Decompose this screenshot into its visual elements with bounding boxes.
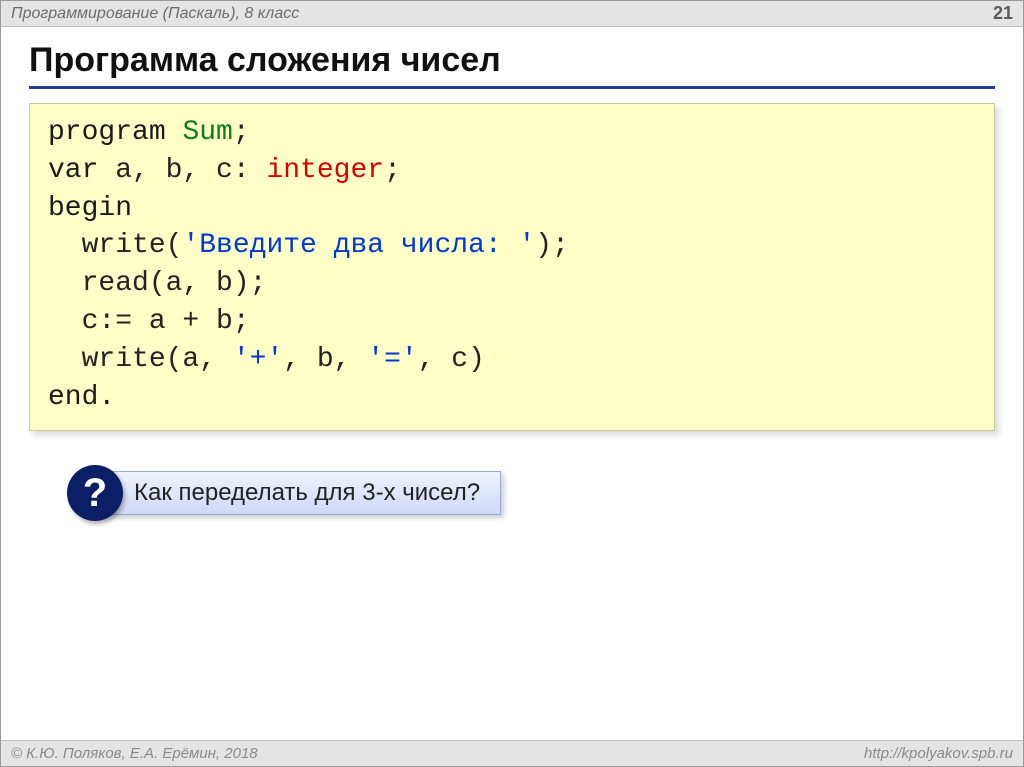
indent2 <box>48 268 82 299</box>
question-mark-icon: ? <box>67 465 123 521</box>
question-text: Как переделать для 3-х чисел? <box>103 471 501 515</box>
read-stmt: read(a, b); <box>82 268 267 299</box>
program-name: Sum <box>182 117 232 148</box>
code-block: program Sum; var a, b, c: integer; begin… <box>29 103 995 431</box>
var-list: a, b, c: <box>98 155 266 186</box>
content-area: Программа сложения чисел program Sum; va… <box>1 27 1023 740</box>
string-plus: '+' <box>233 344 283 375</box>
page-number: 21 <box>993 3 1013 24</box>
kw-end: end. <box>48 382 115 413</box>
semi: ; <box>233 117 250 148</box>
type-integer: integer <box>266 155 384 186</box>
string-eq: '=' <box>367 344 417 375</box>
question-callout: ? Как переделать для 3-х чисел? <box>67 465 995 521</box>
header-bar: Программирование (Паскаль), 8 класс 21 <box>1 1 1023 27</box>
kw-begin: begin <box>48 193 132 224</box>
write1b: ); <box>535 230 569 261</box>
semi2: ; <box>384 155 401 186</box>
kw-program: program <box>48 117 166 148</box>
write2c: , c) <box>418 344 485 375</box>
indent3 <box>48 306 82 337</box>
write2b: , b, <box>283 344 367 375</box>
footer-copyright: © К.Ю. Поляков, Е.А. Ерёмин, 2018 <box>11 745 258 762</box>
write1a: write( <box>82 230 183 261</box>
page-title: Программа сложения чисел <box>29 41 995 89</box>
indent1 <box>48 230 82 261</box>
indent4 <box>48 344 82 375</box>
assign-stmt: c:= a + b; <box>82 306 250 337</box>
slide: Программирование (Паскаль), 8 класс 21 П… <box>0 0 1024 767</box>
write2a: write(a, <box>82 344 233 375</box>
footer-url: http://kpolyakov.spb.ru <box>864 745 1013 762</box>
string-prompt: 'Введите два числа: ' <box>182 230 535 261</box>
footer-bar: © К.Ю. Поляков, Е.А. Ерёмин, 2018 http:/… <box>1 740 1023 766</box>
kw-var: var <box>48 155 98 186</box>
header-left: Программирование (Паскаль), 8 класс <box>11 5 299 23</box>
